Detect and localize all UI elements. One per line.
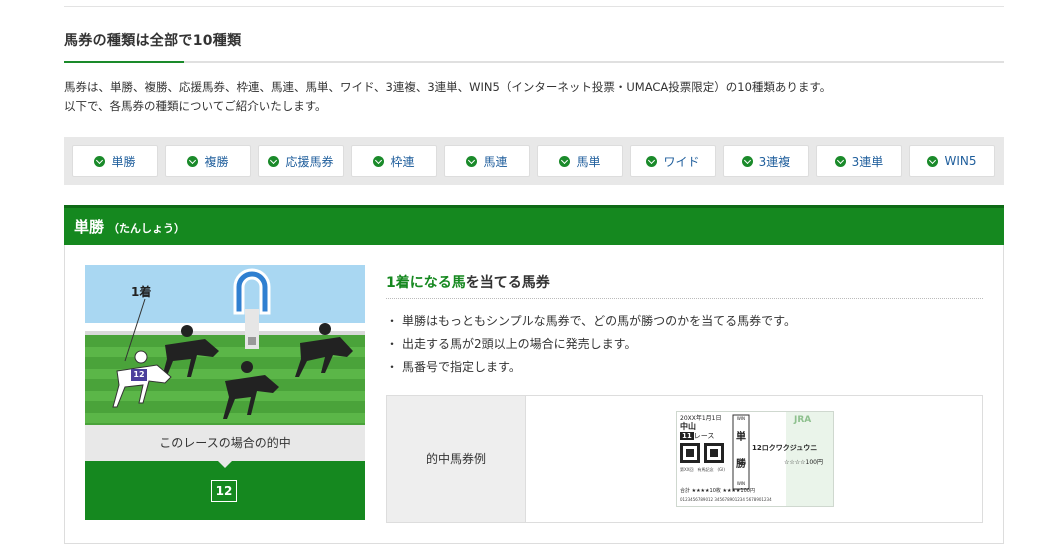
tab-tansho[interactable]: 単勝: [72, 145, 158, 177]
example-ticket-table: 的中馬券例 20XX年1月1日 中山 11 レース WIN 単 勝 WIN JRA…: [386, 395, 983, 523]
chevron-down-icon: [94, 155, 106, 167]
tab-ouen-baken[interactable]: 応援馬券: [258, 145, 344, 177]
horse-number-label: 12: [133, 370, 145, 379]
chevron-down-icon: [373, 155, 385, 167]
detail-title-reading: （たんしょう）: [108, 222, 186, 235]
bet-type-tab-bar: 単勝 複勝 応援馬券 枠連 馬連 馬単 ワイド 3連複 3連単 WIN5: [64, 137, 1004, 185]
chevron-down-icon: [741, 155, 753, 167]
ticket-bet-type-2: 勝: [736, 459, 746, 470]
tab-win5[interactable]: WIN5: [909, 145, 995, 177]
ticket-win-bottom: WIN: [736, 481, 746, 486]
ticket-brand: JRA: [794, 415, 812, 425]
tab-label: 3連複: [758, 154, 791, 169]
ticket-win-top: WIN: [736, 416, 746, 421]
intro-text: 馬券は、単勝、複勝、応援馬券、枠連、馬連、馬単、ワイド、3連複、3連単、WIN5…: [64, 78, 831, 116]
tab-label: 馬連: [483, 154, 508, 169]
tab-label: 応援馬券: [285, 154, 334, 169]
tab-label: 単勝: [111, 154, 136, 169]
chevron-down-icon: [268, 155, 280, 167]
tab-wakuren[interactable]: 枠連: [351, 145, 437, 177]
ticket-race: 11 レース: [680, 431, 714, 441]
caption-pointer-icon: [218, 461, 232, 468]
section-underline-accent: [64, 61, 184, 63]
tab-label: ワイド: [663, 154, 700, 169]
chevron-down-icon: [927, 155, 939, 167]
chevron-down-icon: [646, 155, 658, 167]
ticket-race-suffix: レース: [693, 432, 715, 440]
heading-divider: [386, 298, 983, 299]
chevron-down-icon: [466, 155, 478, 167]
tab-label: WIN5: [944, 154, 977, 168]
tab-wide[interactable]: ワイド: [630, 145, 716, 177]
ticket-horse: 12ロクワクジュウニ: [752, 444, 818, 452]
top-divider: [64, 6, 1004, 7]
ticket-bet-type-1: 単: [736, 432, 746, 443]
illustration-caption: このレースの場合の的中: [85, 425, 365, 461]
list-item: 馬番号で指定します。: [386, 356, 796, 379]
detail-heading-rest: を当てる馬券: [465, 275, 550, 291]
example-ticket-image: 20XX年1月1日 中山 11 レース WIN 単 勝 WIN JRA 12ロクワ…: [676, 411, 834, 507]
first-place-label: 1着: [131, 285, 152, 299]
section-underline: [64, 61, 1004, 63]
tansho-header-bar: 単勝 （たんしょう）: [64, 205, 1004, 245]
ticket-race-name: 第XX回 有馬記念 (GI): [680, 467, 725, 472]
tab-fukusho[interactable]: 複勝: [165, 145, 251, 177]
intro-line-1: 馬券は、単勝、複勝、応援馬券、枠連、馬連、馬単、ワイド、3連複、3連単、WIN5…: [64, 80, 832, 94]
ticket-serial: 0123456789012 345678901234 5678901234: [680, 497, 772, 502]
tab-umaren[interactable]: 馬連: [444, 145, 530, 177]
tab-label: 3連単: [851, 154, 884, 169]
ticket-race-no: 11: [680, 432, 694, 440]
tab-sanrentan[interactable]: 3連単: [816, 145, 902, 177]
intro-line-2: 以下で、各馬券の種類についてご紹介いたします。: [64, 99, 327, 113]
tab-label: 枠連: [390, 154, 415, 169]
ticket-amount: ☆☆☆☆100円: [784, 459, 823, 466]
example-ticket-label: 的中馬券例: [387, 396, 526, 522]
detail-title: 単勝 （たんしょう）: [74, 216, 185, 237]
tab-umatan[interactable]: 馬単: [537, 145, 623, 177]
winning-number-badge: 12: [211, 480, 237, 502]
chevron-down-icon: [834, 155, 846, 167]
chevron-down-icon: [187, 155, 199, 167]
detail-title-text: 単勝: [74, 218, 105, 236]
detail-bullet-list: 単勝はもっともシンプルな馬券で、どの馬が勝つのかを当てる馬券です。 出走する馬が…: [386, 310, 796, 379]
detail-heading-highlight: 1着になる馬: [386, 275, 466, 291]
ticket-total: 合計 ★★★★10枚 ★★★★100円: [680, 488, 755, 494]
detail-heading: 1着になる馬を当てる馬券: [386, 272, 550, 292]
tab-label: 馬単: [576, 154, 601, 169]
tab-sanrenpuku[interactable]: 3連複: [723, 145, 809, 177]
race-scene-image: [85, 265, 365, 425]
chevron-down-icon: [559, 155, 571, 167]
section-title: 馬券の種類は全部で10種類: [64, 33, 242, 49]
list-item: 単勝はもっともシンプルな馬券で、どの馬が勝つのかを当てる馬券です。: [386, 310, 796, 333]
list-item: 出走する馬が2頭以上の場合に発売します。: [386, 333, 796, 356]
tab-label: 複勝: [204, 154, 229, 169]
